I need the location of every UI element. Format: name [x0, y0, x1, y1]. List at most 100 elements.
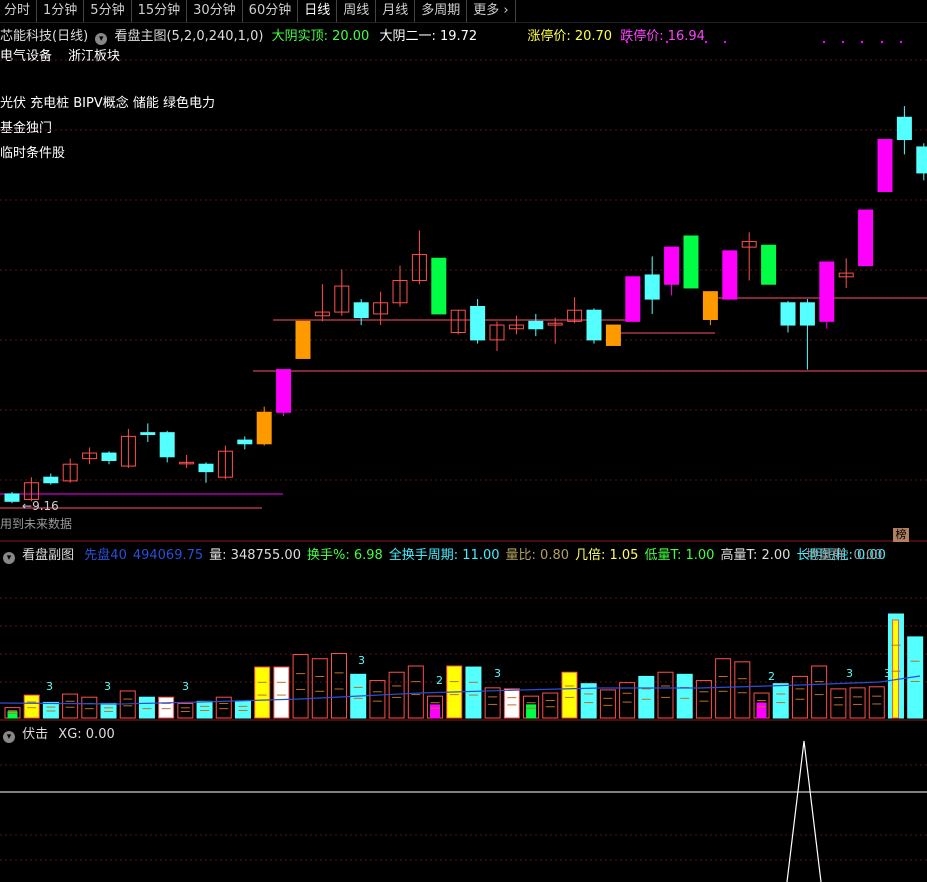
volume-bar	[138, 696, 155, 719]
volume-bar	[657, 671, 674, 719]
volume-bar	[311, 658, 328, 719]
volume-bar	[465, 666, 482, 719]
candle-body	[858, 209, 874, 267]
volume-bar	[23, 694, 40, 719]
candle-body	[664, 246, 680, 285]
volume-tag: 3	[884, 667, 891, 680]
candle-body	[586, 309, 602, 341]
candle-body	[295, 320, 311, 359]
volume-tag: 3	[494, 667, 501, 680]
xg-value: XG: 0.00	[58, 727, 115, 742]
sub-value-6: 几倍: 1.05	[575, 548, 639, 563]
chevron-down-icon[interactable]: ▾	[3, 731, 15, 743]
candle-body	[683, 235, 699, 289]
candle-body	[761, 244, 777, 285]
volume-tag: 3	[182, 680, 189, 693]
fuji-header: ▾ 伏击 XG: 0.00	[0, 723, 115, 743]
sub-value-8: 高量T: 2.00	[720, 548, 791, 563]
volume-bar	[638, 675, 655, 719]
sub-value-1: 494069.75	[132, 548, 204, 563]
sub-value-5: 量比: 0.80	[505, 548, 569, 563]
candle-body	[528, 320, 544, 330]
bang-badge[interactable]: 榜	[893, 528, 909, 542]
sub-value-4: 全换手周期: 11.00	[388, 548, 500, 563]
volume-bar	[791, 675, 808, 719]
candle-body	[470, 306, 486, 341]
candle-body	[722, 250, 738, 300]
volume-bar	[830, 688, 847, 719]
limit-dot	[704, 40, 708, 44]
candle-body	[702, 291, 718, 320]
candle-body	[819, 261, 835, 322]
volume-bar-inner	[7, 711, 18, 719]
volume-bar	[695, 680, 712, 719]
candle-body	[4, 493, 20, 502]
limit-dot	[723, 40, 727, 44]
volume-tag: 2	[768, 670, 775, 683]
low-price: 9.16	[32, 499, 59, 513]
limit-dot	[665, 40, 669, 44]
kline-chart[interactable]: 3 3 3 3 2 3 2 3 3	[0, 0, 927, 882]
volume-bar	[369, 680, 386, 719]
candle-body	[431, 257, 447, 315]
candle-body	[198, 463, 214, 473]
volume-bar	[158, 696, 175, 719]
sub-value-7: 低量T: 1.00	[644, 548, 715, 563]
volume-bar	[542, 692, 559, 719]
sub-indicator-name[interactable]: 看盘副图	[22, 548, 74, 563]
volume-tag: 3	[358, 654, 365, 667]
limit-dot	[880, 40, 884, 44]
volume-bar	[177, 702, 194, 719]
volume-bar	[715, 658, 732, 719]
limit-dot	[899, 40, 903, 44]
candle-body	[780, 302, 796, 326]
volume-bar	[196, 700, 213, 719]
candle-body	[159, 432, 175, 458]
candle-body	[916, 146, 927, 174]
volume-bar-inner	[891, 619, 899, 719]
candle-body	[237, 439, 253, 445]
volume-bar	[215, 696, 232, 719]
candle-body	[644, 274, 660, 300]
volume-bar	[561, 671, 578, 719]
sub-value-0: 先盘40	[84, 548, 127, 563]
candle-body	[276, 369, 292, 413]
limit-dot	[822, 40, 826, 44]
low-price-marker: ←9.16	[22, 499, 59, 513]
sub-indicator-values: 先盘40 494069.75 量: 348755.00 换手%: 6.98 全换手周期:…	[78, 548, 886, 563]
volume-tag: 2	[436, 674, 443, 687]
volume-bar	[254, 666, 271, 719]
chevron-down-icon[interactable]: ▾	[3, 552, 15, 564]
future-data-label: 用到未来数据	[0, 517, 73, 531]
volume-bar	[599, 689, 616, 719]
volume-bar	[331, 653, 348, 719]
xg-signal-spike	[786, 740, 822, 882]
volume-bar	[503, 688, 520, 719]
volume-bar	[484, 687, 501, 719]
candle-body	[140, 432, 156, 436]
volume-bar	[81, 696, 98, 719]
volume-tag: 3	[846, 667, 853, 680]
volume-bar	[772, 683, 789, 719]
candle-body	[799, 302, 815, 326]
volume-bar	[388, 671, 405, 719]
volume-bar	[62, 693, 79, 719]
volume-bar	[100, 702, 117, 719]
volume-bar	[42, 701, 59, 719]
volume-bar	[234, 700, 251, 719]
volume-bar	[407, 665, 424, 719]
fuji-indicator-name[interactable]: 伏击	[22, 727, 48, 742]
candle-body	[101, 452, 117, 461]
volume-bar	[292, 654, 309, 719]
sub-value-2: 量: 348755.00	[209, 548, 301, 563]
volume-bar-inner	[756, 702, 767, 719]
volume-tag: 3	[46, 680, 53, 693]
sub-chart-header: ▾ 看盘副图 先盘40 494069.75 量: 348755.00 换手%: 6.9…	[0, 544, 886, 564]
candle-body	[605, 324, 621, 346]
volume-bar-inner	[430, 704, 441, 719]
volume-tag: 3	[104, 680, 111, 693]
diliang-value: 地量群: 0.00	[806, 548, 883, 563]
volume-bar	[676, 673, 693, 719]
volume-bar-inner	[526, 704, 537, 719]
sub-value-3: 换手%: 6.98	[306, 548, 383, 563]
